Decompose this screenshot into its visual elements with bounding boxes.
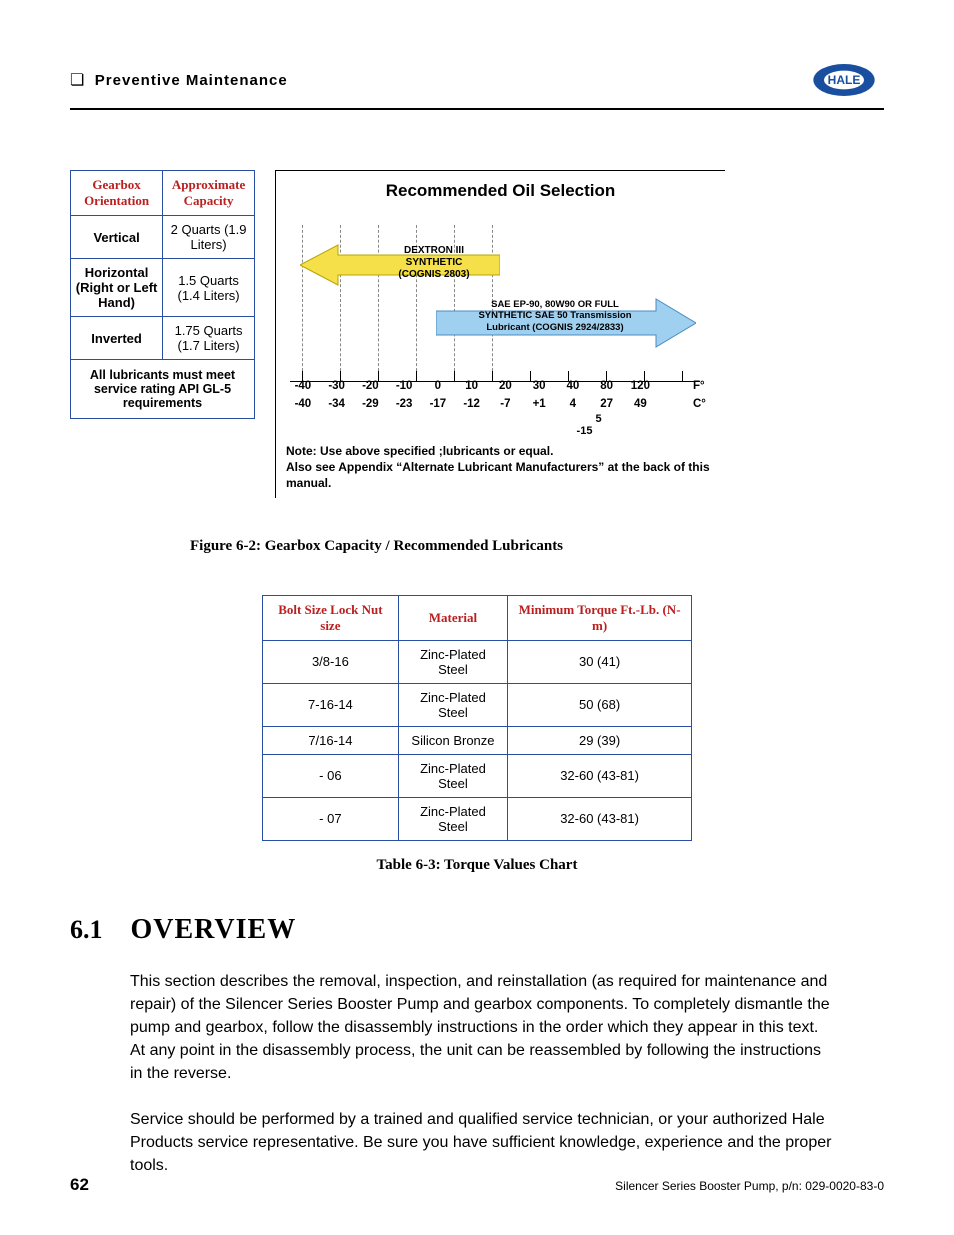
- gear-cell: Inverted: [71, 317, 163, 360]
- svg-text:HALE: HALE: [828, 73, 861, 87]
- c-tick: -17: [421, 397, 455, 411]
- torque-cell: 29 (39): [508, 726, 692, 754]
- sub-markers: 5 -15: [286, 413, 715, 437]
- gear-cell: 2 Quarts (1.9 Liters): [163, 216, 255, 259]
- figure-caption: Figure 6-2: Gearbox Capacity / Recommend…: [190, 538, 884, 555]
- table-row: 3/8-16 Zinc-Plated Steel 30 (41): [263, 640, 692, 683]
- c-tick: 49: [624, 397, 658, 411]
- yellow-arrow-label: DEXTRON III SYNTHETIC (COGNIS 2803): [389, 245, 479, 281]
- page-footer: 62 Silencer Series Booster Pump, p/n: 02…: [70, 1175, 884, 1195]
- table-row: Horizontal (Right or Left Hand) 1.5 Quar…: [71, 259, 255, 317]
- c-tick: +1: [522, 397, 556, 411]
- chart-note: Note: Use above specified ;lubricants or…: [286, 443, 715, 492]
- table-row: - 06 Zinc-Plated Steel 32-60 (43-81): [263, 754, 692, 797]
- torque-cell: 32-60 (43-81): [508, 797, 692, 840]
- table-row: Inverted 1.75 Quarts (1.7 Liters): [71, 317, 255, 360]
- torque-cell: Silicon Bronze: [398, 726, 507, 754]
- section-heading: 6.1 OVERVIEW: [70, 914, 884, 946]
- section-title: OVERVIEW: [131, 914, 297, 946]
- torque-cell: 7/16-14: [263, 726, 399, 754]
- gear-cell: 1.5 Quarts (1.4 Liters): [163, 259, 255, 317]
- c-tick: -40: [286, 397, 320, 411]
- torque-values-table: Bolt Size Lock Nut size Material Minimum…: [262, 595, 692, 841]
- torque-cell: - 07: [263, 797, 399, 840]
- gear-orient: Horizontal (Right or Left Hand): [76, 265, 158, 310]
- table-row: All lubricants must meet service rating …: [71, 360, 255, 419]
- torque-th-size: Bolt Size Lock Nut size: [263, 595, 399, 640]
- torque-cell: Zinc-Plated Steel: [398, 640, 507, 683]
- gear-cell: Horizontal (Right or Left Hand): [71, 259, 163, 317]
- chart-tickmarks: [286, 371, 706, 385]
- torque-cell: Zinc-Plated Steel: [398, 754, 507, 797]
- table-row: Vertical 2 Quarts (1.9 Liters): [71, 216, 255, 259]
- gearbox-capacity-table: Gearbox Orientation Approximate Capacity…: [70, 170, 255, 419]
- hale-logo-icon: HALE: [804, 60, 884, 100]
- table-row: 7/16-14 Silicon Bronze 29 (39): [263, 726, 692, 754]
- torque-cell: 50 (68): [508, 683, 692, 726]
- page-header: ❏ Preventive Maintenance HALE: [70, 60, 884, 110]
- page-number: 62: [70, 1175, 89, 1195]
- c-scale-row: -40 -34 -29 -23 -17 -12 -7 +1 4 27 49 C°: [286, 397, 715, 411]
- section-number: 6.1: [70, 915, 103, 945]
- chart-note-line: Also see Appendix “Alternate Lubricant M…: [286, 459, 715, 491]
- header-bullet-icon: ❏: [70, 72, 84, 89]
- torque-cell: Zinc-Plated Steel: [398, 683, 507, 726]
- gear-cell: Vertical: [71, 216, 163, 259]
- body-paragraph: Service should be performed by a trained…: [130, 1108, 834, 1178]
- c-tick: -23: [387, 397, 421, 411]
- torque-cell: 7-16-14: [263, 683, 399, 726]
- oil-selection-chart: Recommended Oil Selection DEXTRON III SY…: [275, 170, 725, 498]
- chart-body: DEXTRON III SYNTHETIC (COGNIS 2803) SAE …: [286, 215, 715, 375]
- table-row: - 07 Zinc-Plated Steel 32-60 (43-81): [263, 797, 692, 840]
- torque-th-value: Minimum Torque Ft.-Lb. (N-m): [508, 595, 692, 640]
- gear-cell: 1.75 Quarts (1.7 Liters): [163, 317, 255, 360]
- gear-note: All lubricants must meet service rating …: [71, 360, 255, 419]
- torque-table-caption: Table 6-3: Torque Values Chart: [70, 857, 884, 874]
- marker-5f: 5: [595, 413, 601, 425]
- header-title-wrap: ❏ Preventive Maintenance: [70, 70, 288, 90]
- top-row: Gearbox Orientation Approximate Capacity…: [70, 170, 884, 498]
- c-tick: 4: [556, 397, 590, 411]
- table-row: 7-16-14 Zinc-Plated Steel 50 (68): [263, 683, 692, 726]
- c-tick: -7: [489, 397, 523, 411]
- c-tick: 27: [590, 397, 624, 411]
- chart-note-line: Note: Use above specified ;lubricants or…: [286, 443, 715, 459]
- body-paragraph: This section describes the removal, insp…: [130, 970, 834, 1086]
- c-tick: -34: [320, 397, 354, 411]
- gear-th-orientation: Gearbox Orientation: [71, 171, 163, 216]
- torque-cell: 32-60 (43-81): [508, 754, 692, 797]
- gear-th-capacity: Approximate Capacity: [163, 171, 255, 216]
- c-tick: -12: [455, 397, 489, 411]
- blue-arrow-label: SAE EP-90, 80W90 OR FULL SYNTHETIC SAE 5…: [465, 299, 645, 333]
- c-unit: C°: [691, 397, 715, 411]
- footer-docinfo: Silencer Series Booster Pump, p/n: 029-0…: [615, 1179, 884, 1193]
- header-title: Preventive Maintenance: [95, 72, 288, 89]
- c-tick: -29: [354, 397, 388, 411]
- torque-cell: 30 (41): [508, 640, 692, 683]
- marker-neg15c: -15: [454, 425, 715, 437]
- torque-cell: - 06: [263, 754, 399, 797]
- torque-cell: 3/8-16: [263, 640, 399, 683]
- torque-cell: Zinc-Plated Steel: [398, 797, 507, 840]
- chart-title: Recommended Oil Selection: [286, 181, 715, 201]
- torque-th-material: Material: [398, 595, 507, 640]
